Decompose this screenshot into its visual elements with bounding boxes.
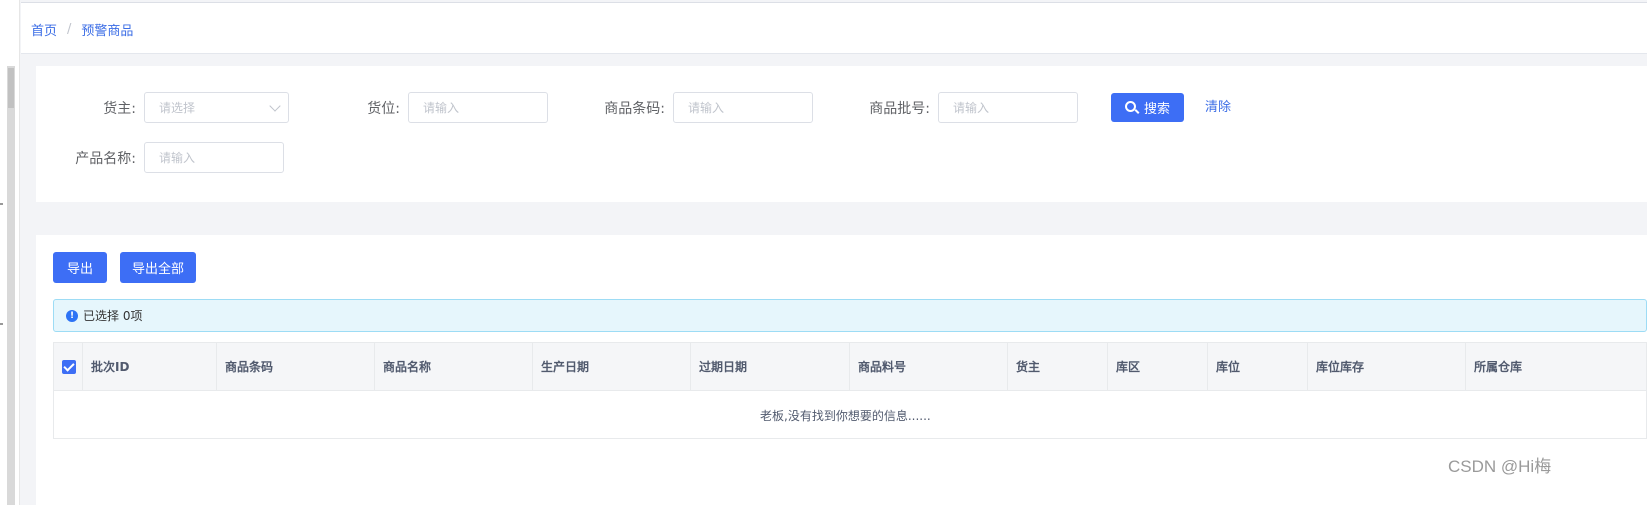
- location-input-placeholder: 请输入: [423, 101, 460, 115]
- breadcrumb-home[interactable]: 首页: [31, 20, 57, 39]
- table-header: 批次ID 商品条码 商品名称 生产日期 过期日期 商品料号 货主 库区 库位 库…: [54, 343, 1646, 391]
- rail-marker: [0, 323, 3, 325]
- location-label: 货位:: [367, 100, 400, 117]
- barcode-input-placeholder: 请输入: [688, 101, 725, 115]
- breadcrumb-current: 预警商品: [81, 24, 134, 39]
- column-header[interactable]: 货主: [1008, 343, 1108, 390]
- table-card: 导出 导出全部 ! 已选择 0项 批次ID 商品条码 商品名称 生产日期 过期日…: [36, 235, 1647, 505]
- owner-form-item: 货主: 请选择: [72, 92, 289, 123]
- product-name-input-placeholder: 请输入: [159, 151, 196, 165]
- column-header[interactable]: 过期日期: [691, 343, 850, 390]
- column-header[interactable]: 库位库存: [1308, 343, 1466, 390]
- watermark: CSDN @Hi梅: [1448, 457, 1552, 476]
- search-button[interactable]: 搜索: [1111, 93, 1184, 122]
- product-name-form-item: 产品名称: 请输入: [52, 142, 284, 173]
- column-header[interactable]: 生产日期: [533, 343, 691, 390]
- clear-link[interactable]: 清除: [1205, 96, 1231, 115]
- select-all-checkbox[interactable]: [62, 360, 76, 374]
- owner-select[interactable]: 请选择: [144, 92, 289, 123]
- breadcrumb: 首页 / 预警商品: [31, 20, 133, 39]
- export-all-button[interactable]: 导出全部: [120, 252, 196, 283]
- column-header[interactable]: 库位: [1208, 343, 1308, 390]
- column-header[interactable]: 批次ID: [83, 343, 217, 390]
- column-header[interactable]: 库区: [1108, 343, 1208, 390]
- batch-no-form-item: 商品批号: 请输入: [846, 92, 1078, 123]
- export-button[interactable]: 导出: [53, 252, 107, 283]
- search-form-card: 货主: 请选择 货位: 请输入 商品条码: 请输入 商品批号: 请输入 搜索 清…: [36, 66, 1647, 202]
- scrollbar[interactable]: [7, 66, 15, 505]
- column-header[interactable]: 所属仓库: [1466, 343, 1646, 390]
- column-header[interactable]: 商品料号: [850, 343, 1008, 390]
- column-header[interactable]: 商品名称: [375, 343, 533, 390]
- column-header[interactable]: 商品条码: [217, 343, 375, 390]
- product-name-input[interactable]: 请输入: [144, 142, 284, 173]
- owner-label: 货主:: [103, 100, 136, 117]
- rail-marker: [0, 203, 3, 205]
- empty-message: 老板,没有找到你想要的信息......: [760, 409, 931, 423]
- batch-no-label: 商品批号:: [869, 100, 930, 117]
- scrollbar-thumb[interactable]: [8, 68, 14, 108]
- search-button-label: 搜索: [1143, 102, 1170, 117]
- selection-count-text: 已选择 0项: [83, 309, 143, 323]
- breadcrumb-separator: /: [67, 22, 72, 37]
- product-name-label: 产品名称:: [75, 150, 136, 167]
- batch-no-input-placeholder: 请输入: [953, 101, 990, 115]
- selection-alert: ! 已选择 0项: [53, 299, 1647, 332]
- batch-no-input[interactable]: 请输入: [938, 92, 1078, 123]
- barcode-label: 商品条码:: [604, 100, 665, 117]
- owner-select-placeholder: 请选择: [159, 101, 196, 115]
- data-table: 批次ID 商品条码 商品名称 生产日期 过期日期 商品料号 货主 库区 库位 库…: [53, 342, 1647, 439]
- topbar: 首页 / 预警商品: [21, 2, 1647, 54]
- left-rail: [0, 0, 20, 505]
- select-all-cell: [54, 343, 83, 390]
- info-icon: !: [66, 309, 78, 322]
- barcode-form-item: 商品条码: 请输入: [581, 92, 813, 123]
- chevron-down-icon: [269, 100, 281, 112]
- empty-row: 老板,没有找到你想要的信息......: [54, 391, 1646, 438]
- barcode-input[interactable]: 请输入: [673, 92, 813, 123]
- location-input[interactable]: 请输入: [408, 92, 548, 123]
- location-form-item: 货位: 请输入: [336, 92, 548, 123]
- search-icon: [1124, 101, 1136, 112]
